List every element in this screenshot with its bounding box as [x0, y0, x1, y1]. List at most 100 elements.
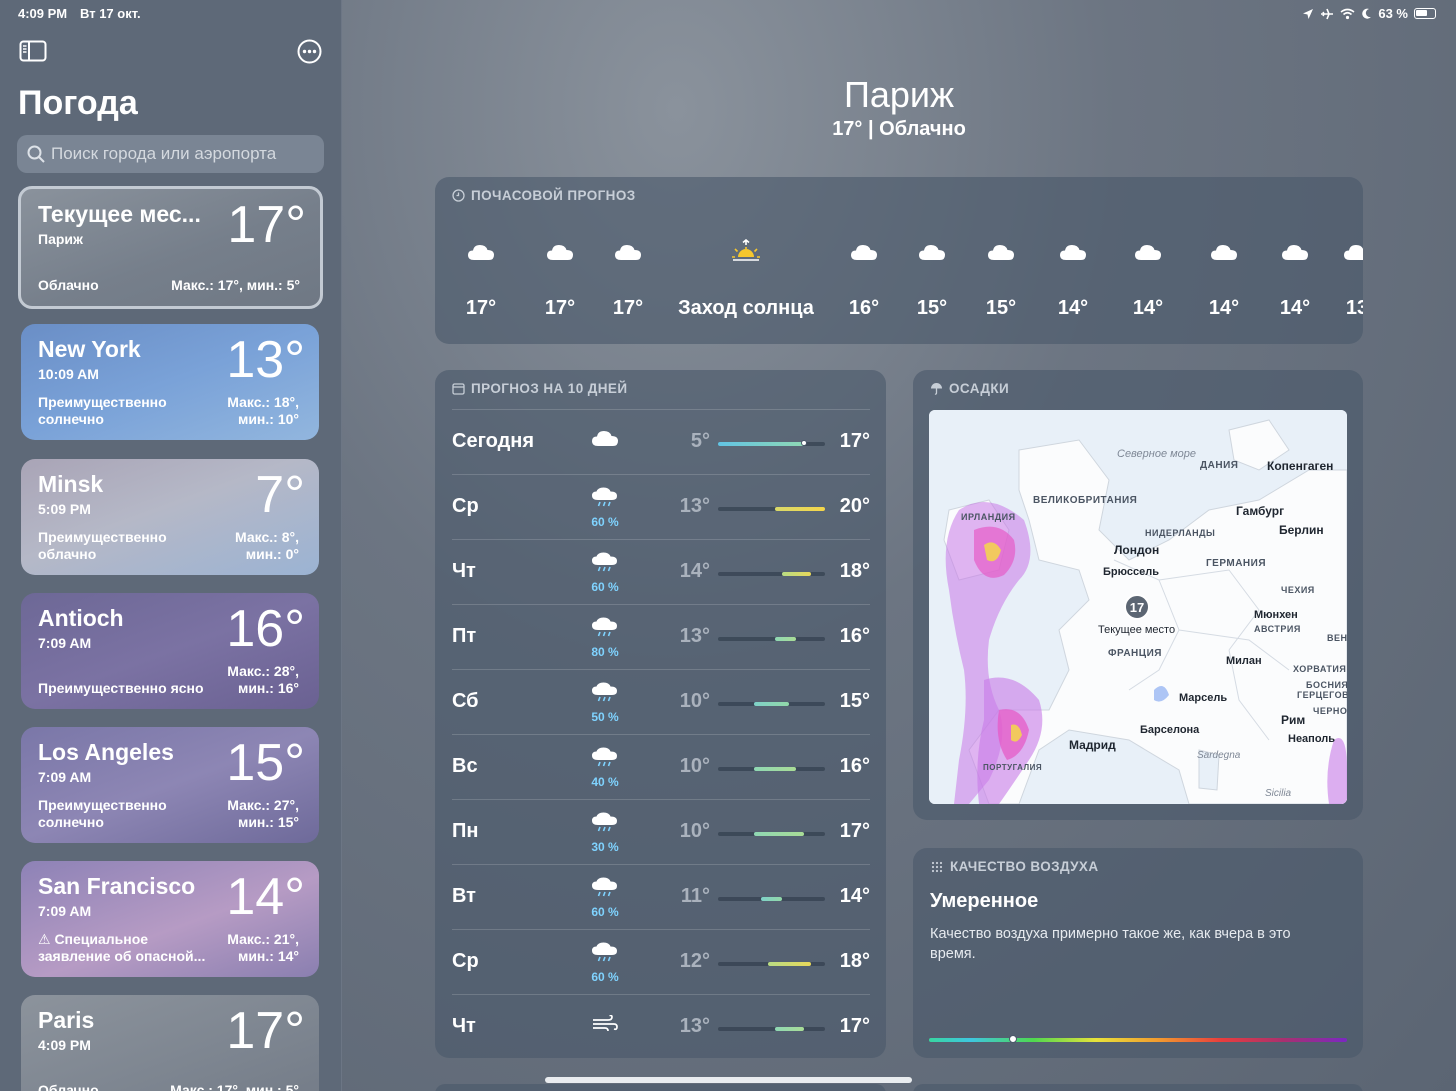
map-label-ireland: ИРЛАНДИЯ	[961, 512, 1016, 522]
day-row[interactable]: Сегодня 5° 17°	[452, 409, 870, 474]
more-options-icon[interactable]	[297, 39, 322, 64]
card-range: Макс.: 17°, мин.: 5°	[171, 277, 300, 293]
temp-range-fill	[775, 1027, 804, 1031]
location-card-paris[interactable]: Paris 4:09 PM 17° Облачно Макс.: 17°, ми…	[21, 995, 319, 1091]
card-temperature: 7°	[255, 466, 305, 524]
day-low: 13°	[679, 495, 710, 517]
location-card-los-angeles[interactable]: Los Angeles 7:09 AM 15° Преимущественно …	[21, 727, 319, 843]
cloud-icon	[961, 237, 1041, 267]
card-temperature: 17°	[227, 196, 306, 254]
hourly-item: 17°	[588, 237, 668, 320]
home-indicator[interactable]	[545, 1077, 912, 1083]
day-row[interactable]: Пт 80 % 13° 16°	[452, 604, 870, 669]
day-high: 18°	[839, 950, 870, 972]
day-row[interactable]: Пн 30 % 10° 17°	[452, 799, 870, 864]
cloud-icon	[441, 237, 521, 267]
temp-range-fill	[718, 442, 804, 446]
temp-range-fill	[767, 962, 811, 966]
location-card-antioch[interactable]: Antioch 7:09 AM 16° Преимущественно ясно…	[21, 593, 319, 709]
search-bar[interactable]	[17, 135, 324, 173]
hourly-forecast-panel[interactable]: ПОЧАСОВОЙ ПРОГНОЗ 17° 17° 17° Заход солнца 1…	[435, 177, 1363, 344]
hourly-item: 15°	[892, 237, 972, 320]
day-row[interactable]: Чт 13° 17°	[452, 994, 870, 1059]
card-temperature: 13°	[226, 331, 305, 389]
map-label-naples: Неаполь	[1288, 733, 1336, 745]
map-label-bosnia: БОСНИЯ	[1306, 680, 1347, 690]
air-quality-indicator	[1008, 1035, 1017, 1043]
temp-range-bar	[718, 832, 825, 836]
temp-range-fill	[760, 897, 783, 901]
map-label-munich: Мюнхен	[1254, 609, 1298, 621]
wind-icon	[588, 1014, 622, 1038]
card-range: Макс.: 28°, мин.: 16°	[227, 663, 299, 696]
hourly-item: Заход солнца	[666, 237, 826, 320]
temp-range-bar	[718, 1027, 825, 1031]
day-low: 13°	[679, 625, 710, 647]
map-label-hungary: ВЕНГ	[1327, 633, 1347, 643]
precipitation-panel[interactable]: ОСАДКИ Северное море ДАНИЯ Копенгаген ВЕ…	[913, 370, 1363, 820]
day-low: 10°	[679, 755, 710, 777]
day-label: Вт	[452, 885, 476, 907]
day-label: Сб	[452, 690, 479, 712]
card-condition: Преимущественно солнечно	[38, 394, 167, 427]
day-low: 10°	[679, 820, 710, 842]
map-label-brussels: Брюссель	[1103, 566, 1159, 578]
hourly-item: 14°	[1108, 237, 1188, 320]
location-card-san-francisco[interactable]: San Francisco 7:09 AM 14° ⚠ Специальное …	[21, 861, 319, 977]
day-label: Вс	[452, 755, 478, 777]
day-row[interactable]: Ср 60 % 13° 20°	[452, 474, 870, 539]
sidebar-toggle-icon[interactable]	[19, 40, 47, 62]
air-quality-panel[interactable]: КАЧЕСТВО ВОЗДУХА Умеренное Качество возд…	[913, 848, 1363, 1058]
precip-probability: 40 %	[591, 775, 619, 789]
day-high: 20°	[839, 495, 870, 517]
card-range: Макс.: 17°, мин.: 5°	[170, 1082, 299, 1091]
status-bar: 4:09 PM Вт 17 окт. 63 %	[0, 0, 1456, 26]
sunset-icon	[666, 237, 826, 267]
card-local-time: 4:09 PM	[38, 1037, 91, 1053]
air-quality-header: КАЧЕСТВО ВОЗДУХА	[930, 859, 1098, 874]
hourly-title: ПОЧАСОВОЙ ПРОГНОЗ	[471, 188, 636, 203]
card-city-name: Paris	[38, 1007, 95, 1033]
air-quality-icon	[931, 861, 943, 872]
day-row[interactable]: Чт 60 % 14° 18°	[452, 539, 870, 604]
map-label-marseille: Марсель	[1179, 692, 1228, 704]
temp-range-fill	[775, 637, 797, 641]
rain-icon: 60 %	[588, 552, 622, 594]
day-label: Пн	[452, 820, 479, 842]
hourly-temperature: 17°	[612, 297, 644, 319]
map-label-montenegro: ЧЕРНОГ	[1313, 706, 1347, 716]
rain-icon: 80 %	[588, 617, 622, 659]
precip-probability: 60 %	[591, 515, 619, 529]
card-range: Макс.: 21°, мин.: 14°	[227, 931, 299, 964]
map-label-hamburg: Гамбург	[1236, 504, 1285, 518]
map-label-portugal: ПОРТУГАЛИЯ	[983, 763, 1043, 772]
rain-icon: 40 %	[588, 747, 622, 789]
precipitation-map[interactable]: Северное море ДАНИЯ Копенгаген ВЕЛИКОБРИ…	[929, 410, 1347, 804]
hourly-item: 15°	[961, 237, 1041, 320]
precip-probability: 80 %	[591, 645, 619, 659]
map-label-rome: Рим	[1281, 713, 1306, 727]
card-city-name: Antioch	[38, 605, 124, 631]
card-local-time: 7:09 AM	[38, 635, 92, 651]
location-card-current[interactable]: Текущее мес... Париж 17° Облачно Макс.: …	[18, 186, 323, 309]
map-label-herzegovina: ГЕРЦЕГОВИ	[1297, 690, 1347, 700]
hourly-temperature: 14°	[1208, 297, 1240, 319]
precip-probability: 50 %	[591, 710, 619, 724]
search-input[interactable]	[51, 144, 311, 164]
day-row[interactable]: Вт 60 % 11° 14°	[452, 864, 870, 929]
location-card-minsk[interactable]: Minsk 5:09 PM 7° Преимущественно облачно…	[21, 459, 319, 575]
precip-probability: 30 %	[591, 840, 619, 854]
precipitation-header: ОСАДКИ	[930, 381, 1009, 396]
day-high: 16°	[839, 625, 870, 647]
day-row[interactable]: Вс 40 % 10° 16°	[452, 734, 870, 799]
precipitation-title: ОСАДКИ	[949, 381, 1010, 396]
hourly-temperature: 15°	[916, 297, 948, 319]
day-label: Чт	[452, 1015, 476, 1037]
location-card-new-york[interactable]: New York 10:09 AM 13° Преимущественно со…	[21, 324, 319, 440]
map-label-milan: Милан	[1226, 655, 1262, 667]
current-location-pin[interactable]: 17	[1124, 594, 1150, 620]
day-row[interactable]: Ср 60 % 12° 18°	[452, 929, 870, 994]
day-row[interactable]: Сб 50 % 10° 15°	[452, 669, 870, 734]
day-high: 14°	[839, 885, 870, 907]
ten-day-forecast-panel[interactable]: ПРОГНОЗ НА 10 ДНЕЙ Сегодня 5° 17° Ср 60 % 13°…	[435, 370, 886, 1058]
